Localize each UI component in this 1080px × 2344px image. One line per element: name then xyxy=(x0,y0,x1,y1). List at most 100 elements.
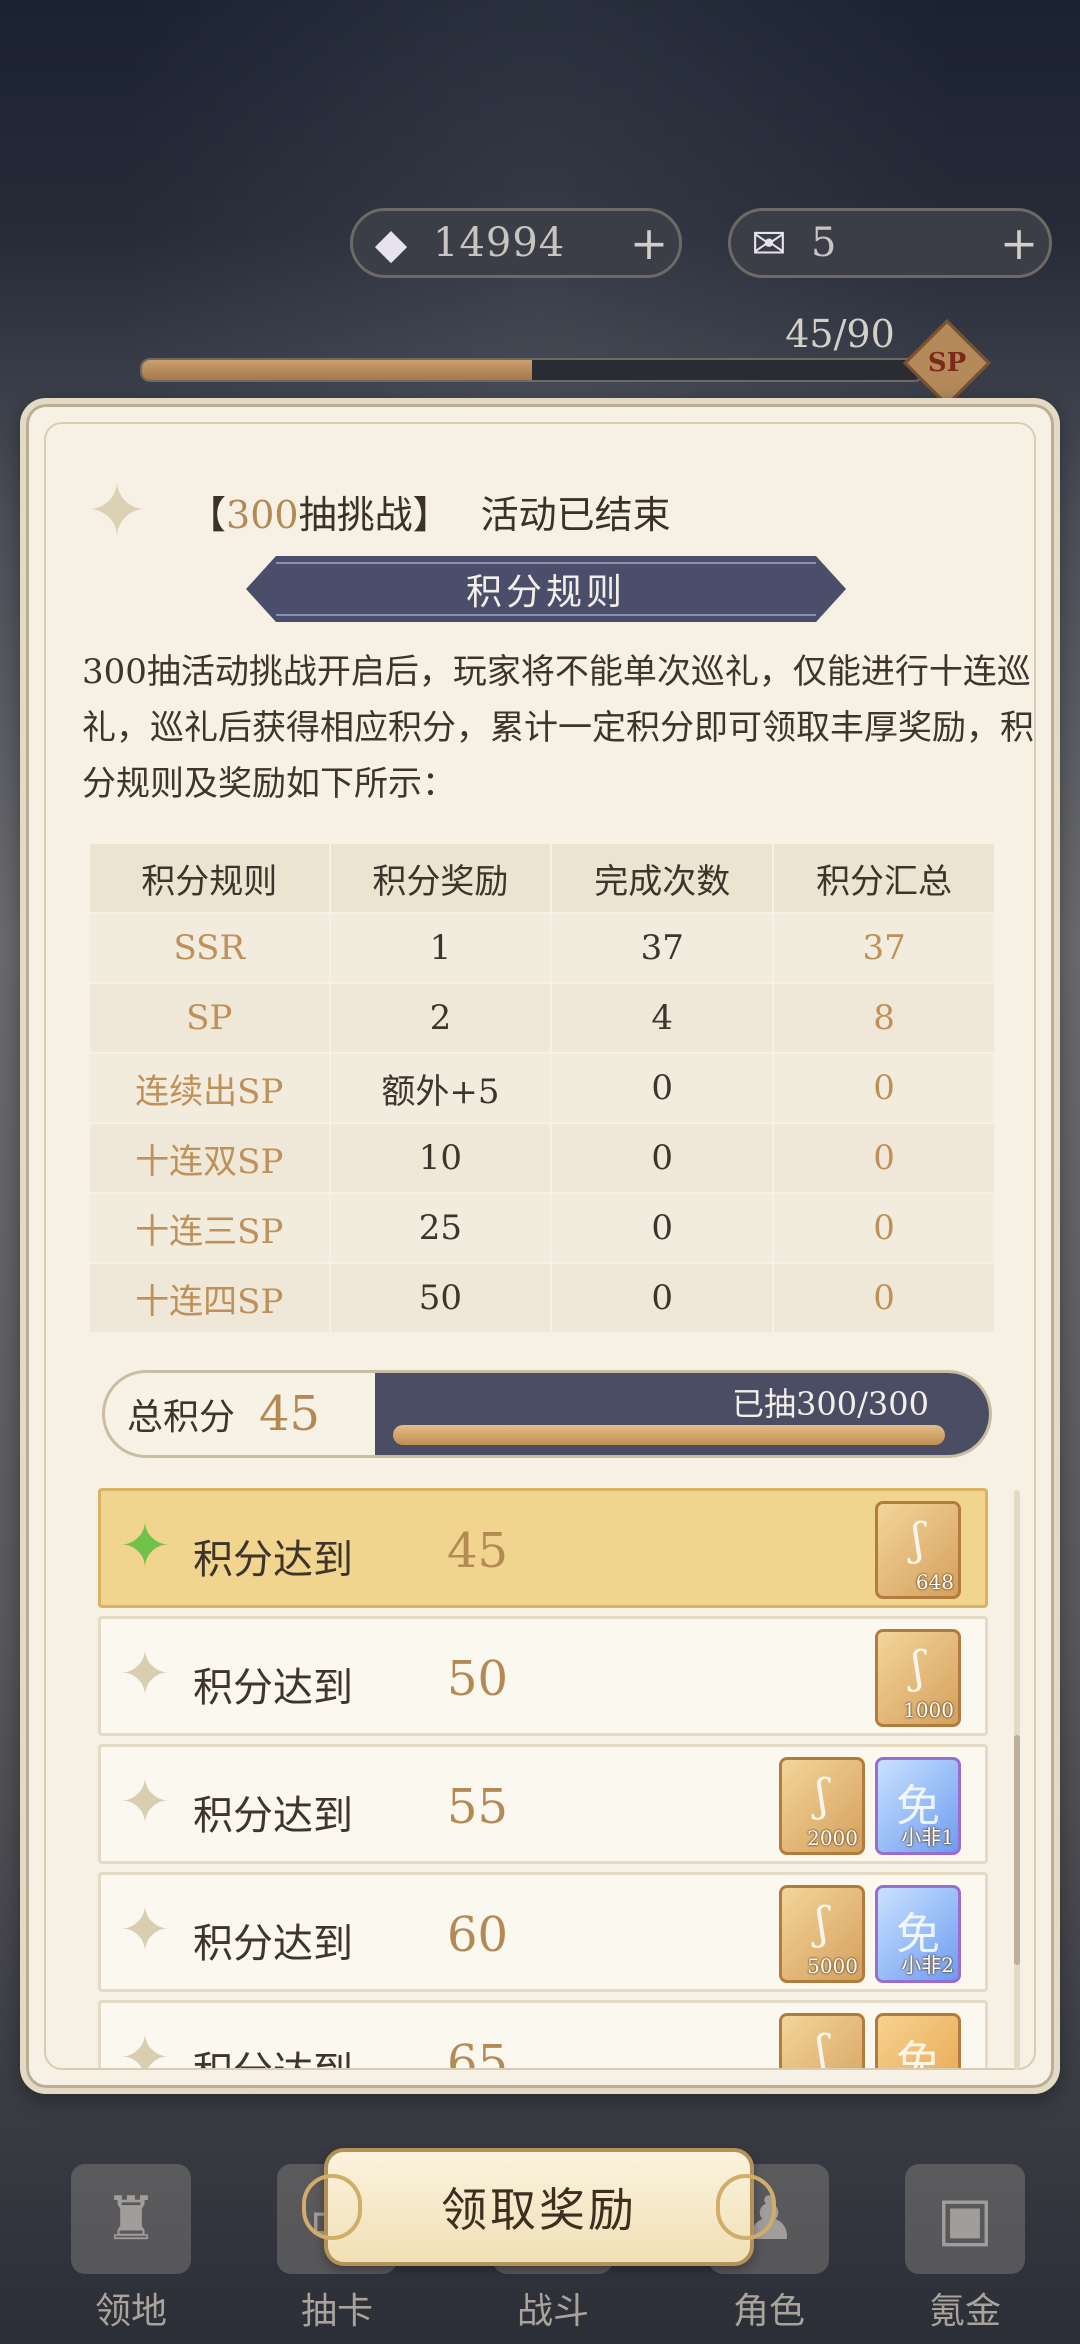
sparkle-icon: ✦ xyxy=(119,1893,171,1966)
reward-threshold-label: 积分达到 xyxy=(193,1793,353,1839)
reward-threshold-label: 积分达到 xyxy=(193,1665,353,1711)
card-glyph: ʃ xyxy=(816,2026,828,2068)
sparkle-icon: ✦ xyxy=(86,468,149,554)
reward-threshold-value: 65 xyxy=(447,2035,509,2068)
reward-threshold-value: 50 xyxy=(447,1651,509,1707)
table-cell: 0 xyxy=(773,1052,996,1123)
table-cell: 十连双SP xyxy=(90,1122,331,1193)
title-bracket-open: 【 xyxy=(188,492,227,537)
total-points: 总积分 45 xyxy=(105,1373,375,1455)
rules-heading: 积分规则 xyxy=(246,556,846,622)
free-ticket-icon[interactable]: 免小欧 xyxy=(875,2013,961,2068)
sp-progress-label: 45/90 xyxy=(785,312,895,356)
castle-icon: ♜ xyxy=(71,2164,191,2274)
reward-threshold-value: 45 xyxy=(447,1523,509,1579)
free-ticket-icon[interactable]: 免小非1 xyxy=(875,1757,961,1855)
table-cell: 0 xyxy=(773,1122,996,1193)
title-bracket-close: 】 xyxy=(412,492,451,537)
table-cell: 十连四SP xyxy=(90,1262,331,1332)
table-cell: 1 xyxy=(329,912,553,983)
flame-card-icon[interactable]: ʃ xyxy=(779,2013,865,2068)
table-cell: 37 xyxy=(551,912,775,983)
claim-reward-label: 领取奖励 xyxy=(441,2183,637,2237)
item-quantity: 小非2 xyxy=(901,1953,954,1977)
sp-progress-fill xyxy=(142,360,532,380)
add-gems-button[interactable]: + xyxy=(619,216,679,270)
table-header-row: 积分规则 积分奖励 完成次数 积分汇总 xyxy=(90,844,996,913)
table-cell: 0 xyxy=(551,1262,775,1332)
table-cell: 额外+5 xyxy=(329,1052,553,1123)
card-glyph: ʃ xyxy=(912,1514,924,1565)
flame-card-icon[interactable]: ʃ 1000 xyxy=(875,1629,961,1727)
card-glyph: 免 xyxy=(896,2037,940,2068)
button-ornament-right xyxy=(716,2174,776,2240)
reward-row[interactable]: ✦ 积分达到 55 ʃ 2000 免小非1 xyxy=(98,1744,988,1864)
sparkle-icon: ✦ xyxy=(119,1765,171,1838)
total-points-label: 总积分 xyxy=(127,1397,236,1438)
table-cell: 50 xyxy=(329,1262,553,1332)
card-glyph: ʃ xyxy=(816,1898,828,1949)
table-cell: 连续出SP xyxy=(90,1052,331,1123)
draw-progress-fill xyxy=(393,1425,945,1445)
sp-progress-bar xyxy=(140,358,924,382)
ticket-counter: ✉ 5 + xyxy=(728,208,1052,278)
nav-item-4[interactable]: ▣ 氪金 xyxy=(890,2164,1040,2334)
claim-reward-button[interactable]: 领取奖励 xyxy=(302,2148,776,2266)
table-row: 连续出SP 额外+5 0 0 xyxy=(90,1052,996,1123)
card-glyph: ʃ xyxy=(816,1770,828,1821)
table-cell: 37 xyxy=(773,912,996,983)
add-tickets-button[interactable]: + xyxy=(989,216,1049,270)
flame-card-icon[interactable]: ʃ 2000 xyxy=(779,1757,865,1855)
table-header: 积分规则 xyxy=(90,844,331,913)
modal-title: 【300抽挑战】 活动已结束 xyxy=(188,484,671,539)
reward-row[interactable]: ✦ 积分达到 50 ʃ 1000 xyxy=(98,1616,988,1736)
title-number: 300 xyxy=(226,492,299,537)
reward-threshold-label: 积分达到 xyxy=(193,1537,353,1583)
nav-label: 角色 xyxy=(732,2291,805,2332)
crystal-icon: ◆ xyxy=(374,218,408,268)
reward-list[interactable]: ✦ 积分达到 45 ʃ 648 ✦ 积分达到 50 ʃ 1000 ✦ 积分达到 55 ʃ 2000 免小非1 ✦… xyxy=(98,1488,998,2068)
draw-progress: 已抽300/300 xyxy=(375,1373,989,1455)
item-quantity: 2000 xyxy=(807,1826,858,1850)
table-row: SSR 1 37 37 xyxy=(90,912,996,983)
nav-label: 战斗 xyxy=(516,2291,589,2332)
item-quantity: 5000 xyxy=(807,1954,858,1978)
table-header: 积分汇总 xyxy=(773,844,996,913)
sparkle-icon: ✦ xyxy=(119,2021,171,2069)
table-row: 十连双SP 10 0 0 xyxy=(90,1122,996,1193)
draw-progress-bar xyxy=(393,1425,945,1445)
table-cell: 4 xyxy=(551,982,775,1053)
item-quantity: 1000 xyxy=(903,1698,954,1722)
table-cell: 2 xyxy=(329,982,553,1053)
table-cell: 十连三SP xyxy=(90,1192,331,1263)
table-cell: 0 xyxy=(773,1262,996,1332)
nav-label: 抽卡 xyxy=(300,2291,373,2332)
sparkle-icon: ✦ xyxy=(119,1637,171,1710)
challenge-modal: ✦ 【300抽挑战】 活动已结束 积分规则 300抽活动挑战开启后，玩家将不能单次… xyxy=(20,398,1060,2094)
ticket-count: 5 xyxy=(811,220,838,266)
reward-threshold-value: 55 xyxy=(447,1779,509,1835)
table-cell: 8 xyxy=(773,982,996,1053)
scrollbar-thumb[interactable] xyxy=(1014,1735,1020,1965)
rules-heading-label: 积分规则 xyxy=(465,572,626,613)
card-glyph: ʃ xyxy=(912,1642,924,1693)
nav-label: 领地 xyxy=(94,2291,167,2332)
modal-title-row: ✦ 【300抽挑战】 活动已结束 xyxy=(86,474,671,548)
flame-card-icon[interactable]: ʃ 648 xyxy=(875,1501,961,1599)
table-cell: 0 xyxy=(551,1052,775,1123)
reward-row[interactable]: ✦ 积分达到 45 ʃ 648 xyxy=(98,1488,988,1608)
nav-item-0[interactable]: ♜ 领地 xyxy=(56,2164,206,2334)
table-cell: SP xyxy=(90,982,331,1053)
reward-row[interactable]: ✦ 积分达到 65 ʃ 免小欧 xyxy=(98,2000,988,2068)
item-quantity: 648 xyxy=(915,1570,954,1594)
summon-ticket-icon: ✉ xyxy=(751,218,787,268)
reward-threshold-label: 积分达到 xyxy=(193,2039,353,2068)
reward-list-scrollbar[interactable] xyxy=(1014,1490,1020,2070)
sparkle-icon: ✦ xyxy=(119,1509,171,1582)
flame-card-icon[interactable]: ʃ 5000 xyxy=(779,1885,865,1983)
reward-row[interactable]: ✦ 积分达到 60 ʃ 5000 免小非2 xyxy=(98,1872,988,1992)
gem-counter: ◆ 14994 + xyxy=(350,208,682,278)
free-ticket-icon[interactable]: 免小非2 xyxy=(875,1885,961,1983)
total-points-value: 45 xyxy=(259,1386,321,1442)
table-header: 完成次数 xyxy=(551,844,775,913)
